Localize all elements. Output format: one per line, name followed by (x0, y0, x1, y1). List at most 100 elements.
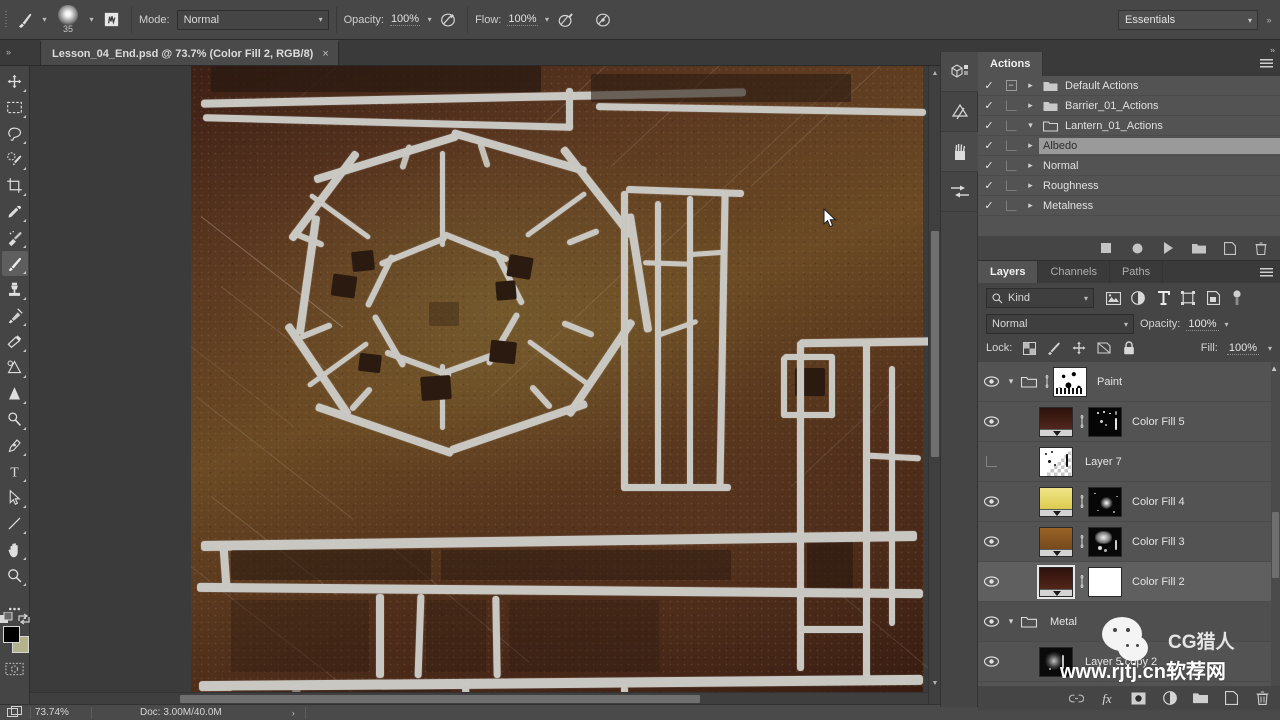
layer-mask-thumbnail[interactable] (1088, 527, 1122, 557)
brush-icon[interactable] (12, 7, 38, 33)
layer-name[interactable]: Color Fill 2 (1122, 576, 1185, 588)
lock-artboard-nesting-icon[interactable] (1096, 340, 1112, 356)
layer-thumbnail[interactable] (1039, 487, 1073, 517)
fill-value[interactable]: 100% (1227, 342, 1259, 355)
new-group-icon[interactable] (1193, 691, 1208, 706)
layer-visibility-toggle[interactable] (978, 442, 1004, 482)
scroll-down-icon[interactable]: ▼ (929, 676, 940, 690)
lock-position-icon[interactable] (1071, 340, 1087, 356)
chevron-down-icon[interactable]: ▾ (1004, 376, 1018, 387)
3d-panel-icon[interactable] (941, 52, 979, 92)
stop-icon[interactable] (1099, 241, 1113, 255)
brush-tool[interactable] (2, 251, 28, 276)
action-row-barrier-01-actions[interactable]: ✓ ▸ Barrier_01_Actions (978, 96, 1280, 116)
options-bar-overflow-icon[interactable]: » (1262, 0, 1276, 40)
layer-blend-mode-select[interactable]: Normal ▾ (986, 314, 1134, 334)
layer-visibility-toggle[interactable] (978, 482, 1004, 522)
brush-settings-panel-icon[interactable] (941, 172, 979, 212)
layer-visibility-toggle[interactable] (978, 362, 1004, 402)
lock-image-pixels-icon[interactable] (1046, 340, 1062, 356)
lock-all-icon[interactable] (1121, 340, 1137, 356)
layer-row-layer-5-copy-2[interactable]: Layer 5 copy 2 (978, 642, 1280, 682)
layer-row-color-fill-3[interactable]: Color Fill 3 (978, 522, 1280, 562)
tab-layers[interactable]: Layers (978, 261, 1038, 283)
action-toggle-check[interactable]: ✓ (978, 199, 1000, 212)
add-layer-mask-icon[interactable] (1131, 691, 1146, 706)
link-mask-icon[interactable] (1075, 415, 1088, 428)
record-icon[interactable] (1130, 241, 1144, 255)
layer-visibility-toggle[interactable] (978, 402, 1004, 442)
gradient-tool[interactable] (2, 355, 28, 380)
action-row-metalness[interactable]: ✓ ▸ Metalness (978, 196, 1280, 216)
action-toggle-check[interactable]: ✓ (978, 139, 1000, 152)
eyedropper-tool[interactable] (2, 199, 28, 224)
quick-selection-tool[interactable] (2, 147, 28, 172)
swap-colors-icon[interactable] (18, 613, 30, 627)
layer-visibility-toggle[interactable] (978, 522, 1004, 562)
brush-settings-panel-toggle-icon[interactable] (98, 7, 124, 33)
layer-visibility-toggle[interactable] (978, 562, 1004, 602)
scroll-up-icon[interactable]: ▲ (929, 66, 940, 80)
layer-thumbnail[interactable] (1039, 407, 1073, 437)
chevron-right-icon[interactable]: ▸ (1022, 200, 1039, 211)
lock-transparent-pixels-icon[interactable] (1021, 340, 1037, 356)
layer-name[interactable]: Color Fill 3 (1122, 536, 1185, 548)
layers-scrollbar[interactable] (1271, 362, 1280, 686)
layer-visibility-toggle[interactable] (978, 642, 1004, 682)
new-adjustment-layer-icon[interactable] (1162, 691, 1177, 706)
layer-row-color-fill-4[interactable]: Color Fill 4 (978, 482, 1280, 522)
layer-row-color-fill-5[interactable]: Color Fill 5 (978, 402, 1280, 442)
document-tab[interactable]: Lesson_04_End.psd @ 73.7% (Color Fill 2,… (40, 40, 339, 65)
opacity-field[interactable]: 100% ▾ (390, 7, 436, 33)
layer-mask-thumbnail[interactable] (1088, 487, 1122, 517)
action-dialog-toggle[interactable] (1000, 140, 1022, 151)
type-tool[interactable]: T (2, 459, 28, 484)
layer-thumbnail[interactable] (1039, 567, 1073, 597)
brush-preset-chevron-icon[interactable]: ▾ (38, 7, 51, 33)
pixel-filter-icon[interactable] (1105, 290, 1121, 306)
eraser-tool[interactable] (2, 329, 28, 354)
screen-mode-icon[interactable] (0, 705, 30, 720)
action-dialog-toggle[interactable]: − (1000, 80, 1022, 91)
libraries-panel-icon[interactable] (941, 92, 979, 132)
vertical-scroll-thumb[interactable] (931, 231, 939, 457)
layer-name[interactable]: Layer 7 (1075, 456, 1122, 468)
new-action-icon[interactable] (1223, 241, 1237, 255)
link-mask-icon[interactable] (1040, 375, 1053, 388)
brush-picker-chevron-icon[interactable]: ▾ (85, 7, 98, 33)
tab-bar-expand-icon[interactable]: » (0, 39, 40, 65)
pen-tool[interactable] (2, 433, 28, 458)
foreground-color-chip[interactable] (3, 626, 20, 643)
chevron-down-icon[interactable]: ▾ (1225, 320, 1229, 329)
chevron-right-icon[interactable]: ▸ (1022, 160, 1039, 171)
scroll-up-icon[interactable]: ▲ (1270, 364, 1278, 373)
adjustment-filter-icon[interactable] (1130, 290, 1146, 306)
layer-name[interactable]: Metal (1040, 616, 1077, 628)
link-layers-icon[interactable] (1069, 691, 1084, 706)
chevron-down-icon[interactable]: ▾ (1022, 120, 1039, 131)
layer-thumbnail[interactable] (1039, 527, 1073, 557)
filter-kind-select[interactable]: Kind ▾ (986, 288, 1094, 308)
action-row-normal[interactable]: ✓ ▸ Normal (978, 156, 1280, 176)
canvas-horizontal-scrollbar[interactable] (30, 692, 928, 704)
action-toggle-check[interactable]: ✓ (978, 159, 1000, 172)
blend-mode-select[interactable]: Normal ▾ (177, 10, 329, 30)
blur-tool[interactable] (2, 381, 28, 406)
brush-preset-thumbnail[interactable]: 35 (51, 1, 85, 39)
layer-mask-thumbnail[interactable] (1053, 367, 1087, 397)
action-dialog-toggle[interactable] (1000, 180, 1022, 191)
action-toggle-check[interactable]: ✓ (978, 79, 1000, 92)
layer-mask-thumbnail[interactable] (1088, 407, 1122, 437)
canvas-vertical-scrollbar[interactable]: ▲ ▼ (928, 66, 940, 704)
chevron-down-icon[interactable]: ▾ (541, 7, 554, 33)
hand-tool[interactable] (2, 537, 28, 562)
panel-menu-icon[interactable] (1260, 268, 1273, 278)
status-expand-icon[interactable]: › (222, 708, 295, 718)
layer-row-paint[interactable]: ▾ Paint (978, 362, 1280, 402)
chevron-down-icon[interactable]: ▾ (1004, 616, 1018, 627)
clone-stamp-tool[interactable] (2, 277, 28, 302)
new-layer-icon[interactable] (1224, 691, 1239, 706)
close-icon[interactable]: × (322, 48, 328, 60)
workspace-select[interactable]: Essentials ▾ (1118, 10, 1258, 30)
layer-mask-thumbnail[interactable] (1088, 567, 1122, 597)
